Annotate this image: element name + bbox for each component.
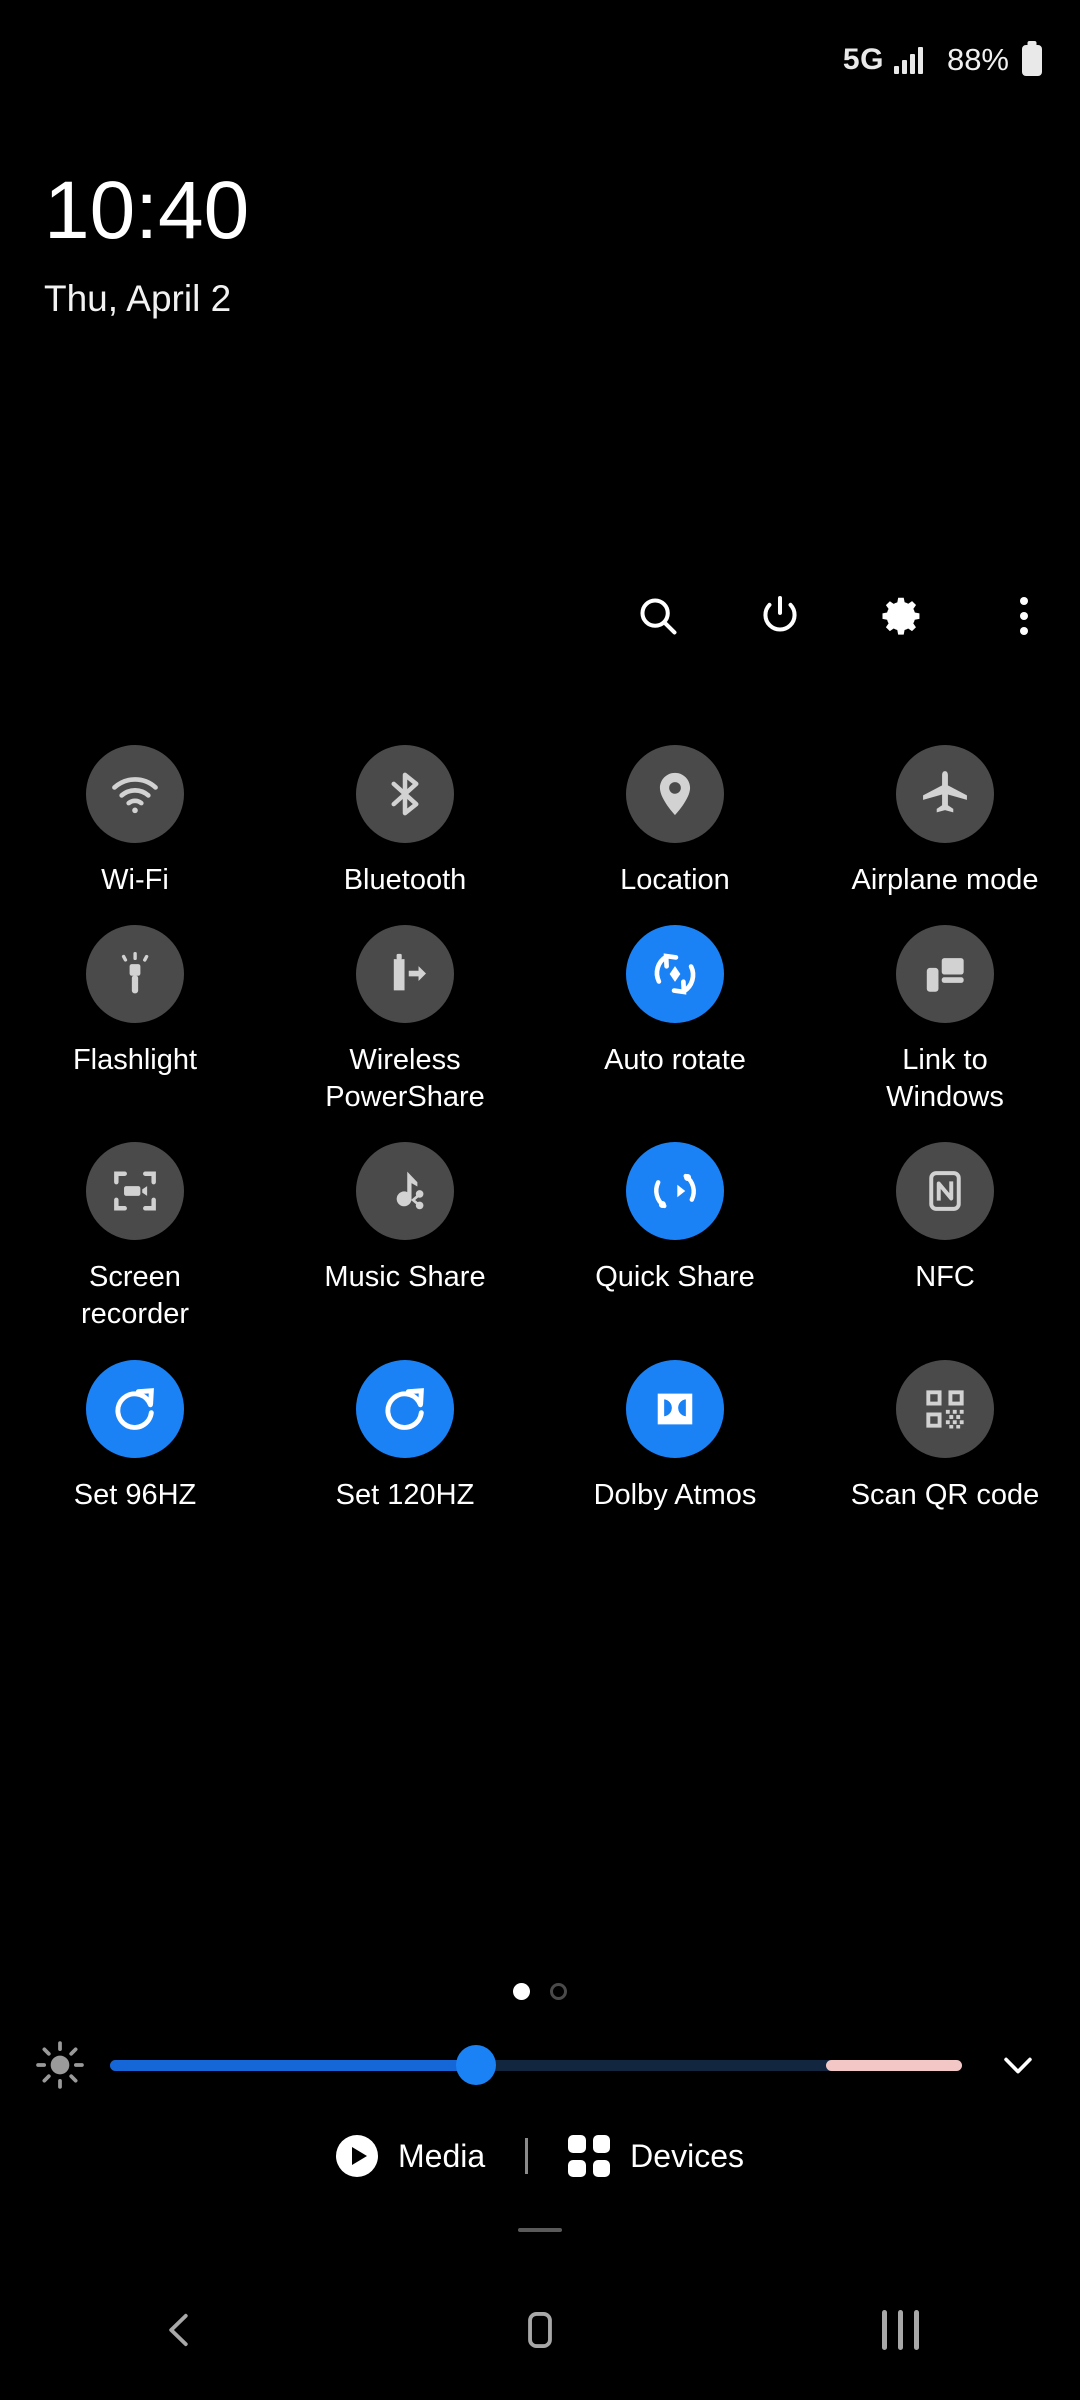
tile-set-120hz[interactable]: Set 120HZ — [270, 1359, 540, 1514]
music-share-icon — [356, 1142, 454, 1241]
gear-icon[interactable] — [876, 590, 928, 642]
tile-bluetooth[interactable]: Bluetooth — [270, 745, 540, 899]
tile-location[interactable]: Location — [540, 745, 810, 899]
refresh-rate-icon — [356, 1359, 454, 1458]
brightness-row — [0, 2020, 1080, 2110]
tile-label: Scan QR code — [850, 1478, 1040, 1511]
brightness-sun-icon — [32, 2037, 88, 2093]
tile-label: Dolby Atmos — [593, 1478, 757, 1511]
quick-settings-tiles: Wi-Fi Bluetooth Location Airplane mode F… — [0, 745, 1080, 1514]
tile-label: Link to Windows — [886, 1044, 1004, 1114]
power-icon[interactable] — [754, 590, 806, 642]
tile-label: Airplane mode — [851, 864, 1039, 896]
nfc-icon — [896, 1142, 994, 1241]
flashlight-icon — [86, 925, 184, 1024]
tile-label: Location — [620, 864, 730, 896]
tile-label: NFC — [915, 1261, 975, 1294]
devices-grid-icon — [568, 2135, 611, 2177]
battery-icon — [1022, 44, 1042, 76]
page-dot[interactable] — [550, 1983, 567, 2000]
tile-label: Set 120HZ — [335, 1478, 475, 1511]
status-bar: 5G 88% — [0, 0, 1080, 120]
tile-airplane-mode[interactable]: Airplane mode — [810, 745, 1080, 899]
qr-code-icon — [896, 1359, 994, 1458]
tile-quick-share[interactable]: Quick Share — [540, 1142, 810, 1333]
recents-bars-icon[interactable] — [840, 2270, 960, 2390]
clock-date: Thu, April 2 — [44, 278, 232, 319]
tile-screen-recorder[interactable]: Screen recorder — [0, 1142, 270, 1333]
quick-settings-toolbar — [632, 590, 1050, 642]
bluetooth-icon — [356, 745, 454, 843]
tile-label: Auto rotate — [604, 1044, 746, 1077]
tile-label: Music Share — [324, 1261, 486, 1294]
tile-set-96hz[interactable]: Set 96HZ — [0, 1359, 270, 1514]
tile-label: Screen recorder — [81, 1261, 189, 1331]
quick-settings-panel: 5G 88% 10:40 Thu, April 2 Wi-Fi Bluetoot… — [0, 0, 1080, 2400]
tile-label: Wi-Fi — [101, 864, 169, 896]
overflow-menu-icon[interactable] — [998, 590, 1050, 642]
signal-bars-icon — [893, 46, 923, 74]
tile-label: Flashlight — [72, 1044, 198, 1077]
page-indicator — [0, 1983, 1080, 2000]
tile-wifi[interactable]: Wi-Fi — [0, 745, 270, 899]
network-type-label: 5G — [842, 43, 884, 76]
play-circle-icon — [336, 2135, 379, 2177]
tile-nfc[interactable]: NFC — [810, 1142, 1080, 1333]
quick-share-icon — [626, 1142, 724, 1241]
wifi-icon — [86, 745, 184, 843]
screen-recorder-icon — [86, 1142, 184, 1241]
wireless-powershare-icon — [356, 925, 454, 1024]
clock-block[interactable]: 10:40 Thu, April 2 — [44, 170, 249, 320]
tile-wireless-powershare[interactable]: Wireless PowerShare — [270, 925, 540, 1116]
navigation-bar — [0, 2260, 1080, 2400]
auto-rotate-icon — [626, 925, 724, 1024]
tile-music-share[interactable]: Music Share — [270, 1142, 540, 1333]
brightness-slider[interactable] — [110, 2045, 962, 2085]
back-chevron-icon[interactable] — [120, 2270, 240, 2390]
brightness-thumb[interactable] — [456, 2045, 497, 2085]
refresh-rate-icon — [86, 1359, 184, 1458]
tile-label: Quick Share — [595, 1261, 755, 1294]
chevron-down-icon[interactable] — [988, 2043, 1048, 2087]
devices-label: Devices — [630, 2137, 744, 2174]
home-square-icon[interactable] — [480, 2270, 600, 2390]
airplane-icon — [896, 745, 994, 843]
media-button[interactable]: Media — [336, 2135, 485, 2177]
clock-time: 10:40 — [44, 165, 250, 256]
location-pin-icon — [626, 745, 724, 843]
media-label: Media — [398, 2137, 486, 2174]
tile-scan-qr-code[interactable]: Scan QR code — [810, 1359, 1080, 1514]
brightness-fill — [110, 2059, 477, 2071]
tile-label: Set 96HZ — [73, 1478, 197, 1511]
brightness-extra-segment — [825, 2059, 962, 2071]
link-to-windows-icon — [896, 925, 994, 1024]
tile-dolby-atmos[interactable]: Dolby Atmos — [540, 1359, 810, 1514]
panel-drag-handle[interactable] — [518, 2228, 562, 2232]
battery-percent-label: 88% — [946, 42, 1009, 77]
media-devices-row: Media Devices — [0, 2135, 1080, 2177]
tile-label: Wireless PowerShare — [325, 1044, 485, 1114]
divider — [525, 2138, 529, 2174]
devices-button[interactable]: Devices — [568, 2135, 744, 2177]
search-icon[interactable] — [632, 590, 684, 642]
page-dot-active[interactable] — [513, 1983, 530, 2000]
tile-label: Bluetooth — [343, 864, 467, 896]
tile-auto-rotate[interactable]: Auto rotate — [540, 925, 810, 1116]
dolby-atmos-icon — [626, 1359, 724, 1458]
tile-flashlight[interactable]: Flashlight — [0, 925, 270, 1116]
tile-link-to-windows[interactable]: Link to Windows — [810, 925, 1080, 1116]
